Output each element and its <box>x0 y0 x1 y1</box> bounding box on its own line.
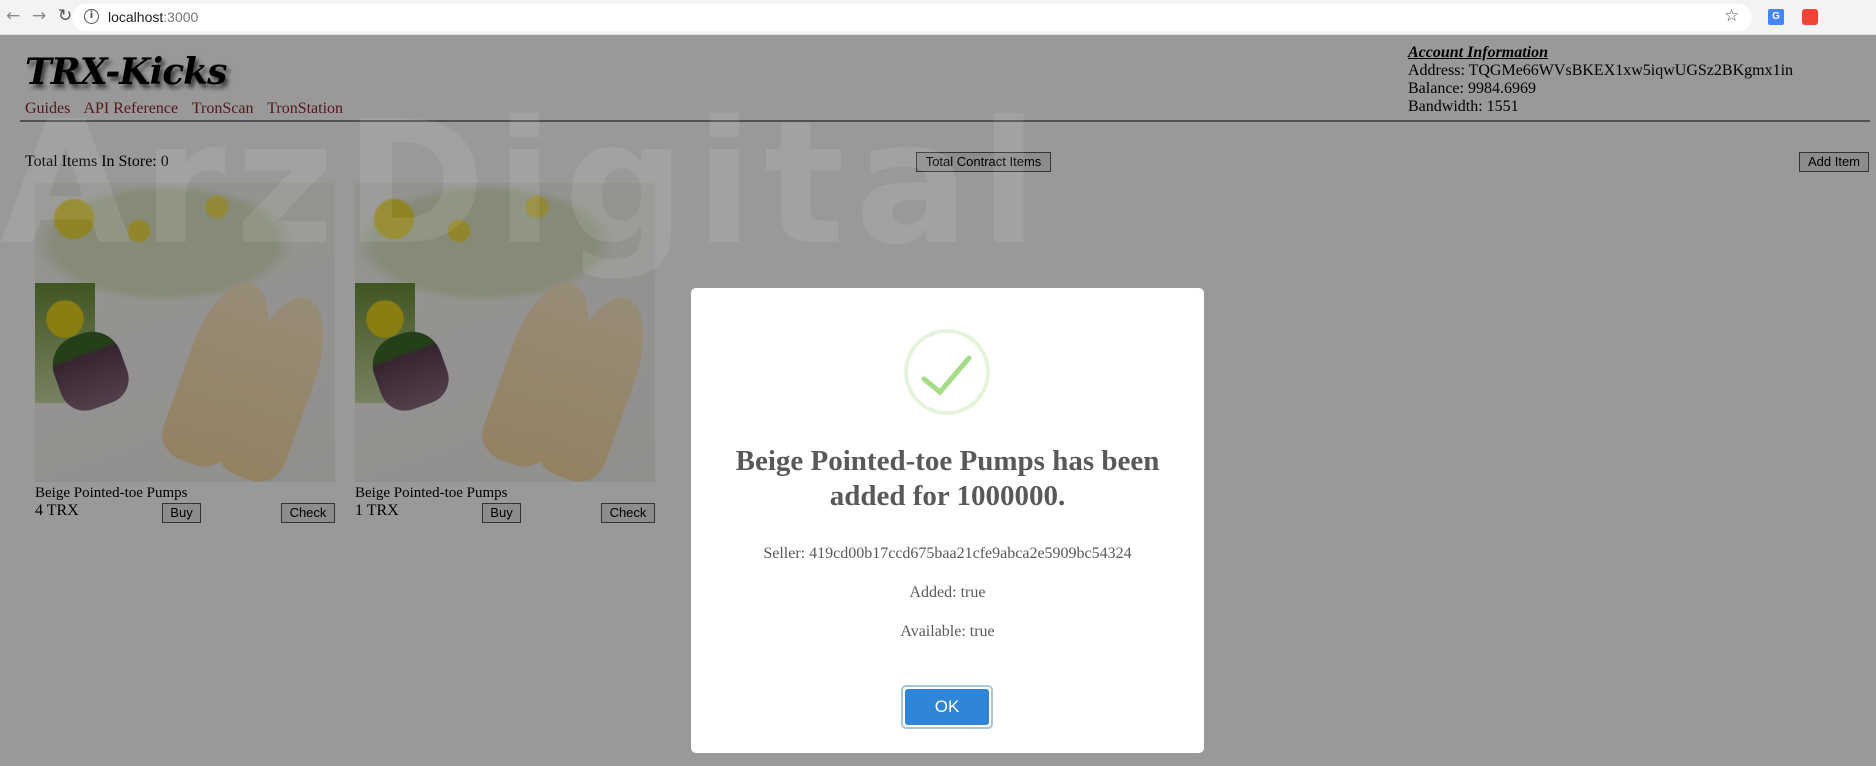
star-icon[interactable]: ☆ <box>1724 6 1739 26</box>
url-text: localhost:3000 <box>108 9 199 25</box>
ok-label: OK <box>905 689 989 725</box>
dialog-seller: Seller: 419cd00b17ccd675baa21cfe9abca2e5… <box>763 545 1132 562</box>
translate-extension-icon[interactable]: G <box>1768 9 1784 25</box>
success-dialog: Beige Pointed-toe Pumps has been added f… <box>691 288 1204 753</box>
ok-button[interactable]: OK <box>901 685 993 729</box>
dialog-title: Beige Pointed-toe Pumps has been added f… <box>735 445 1160 512</box>
dialog-added: Added: true <box>909 584 986 601</box>
reload-icon[interactable]: ↻ <box>58 6 72 26</box>
forward-icon[interactable]: → <box>32 6 46 26</box>
dialog-available: Available: true <box>900 623 995 640</box>
extension-icon[interactable] <box>1802 9 1818 25</box>
back-icon[interactable]: ← <box>6 6 20 26</box>
browser-toolbar: ← → ↻ i localhost:3000 ☆ G <box>0 0 1876 35</box>
success-check-icon <box>904 329 990 415</box>
info-icon[interactable]: i <box>84 9 99 24</box>
address-bar[interactable]: i localhost:3000 <box>72 4 1752 31</box>
